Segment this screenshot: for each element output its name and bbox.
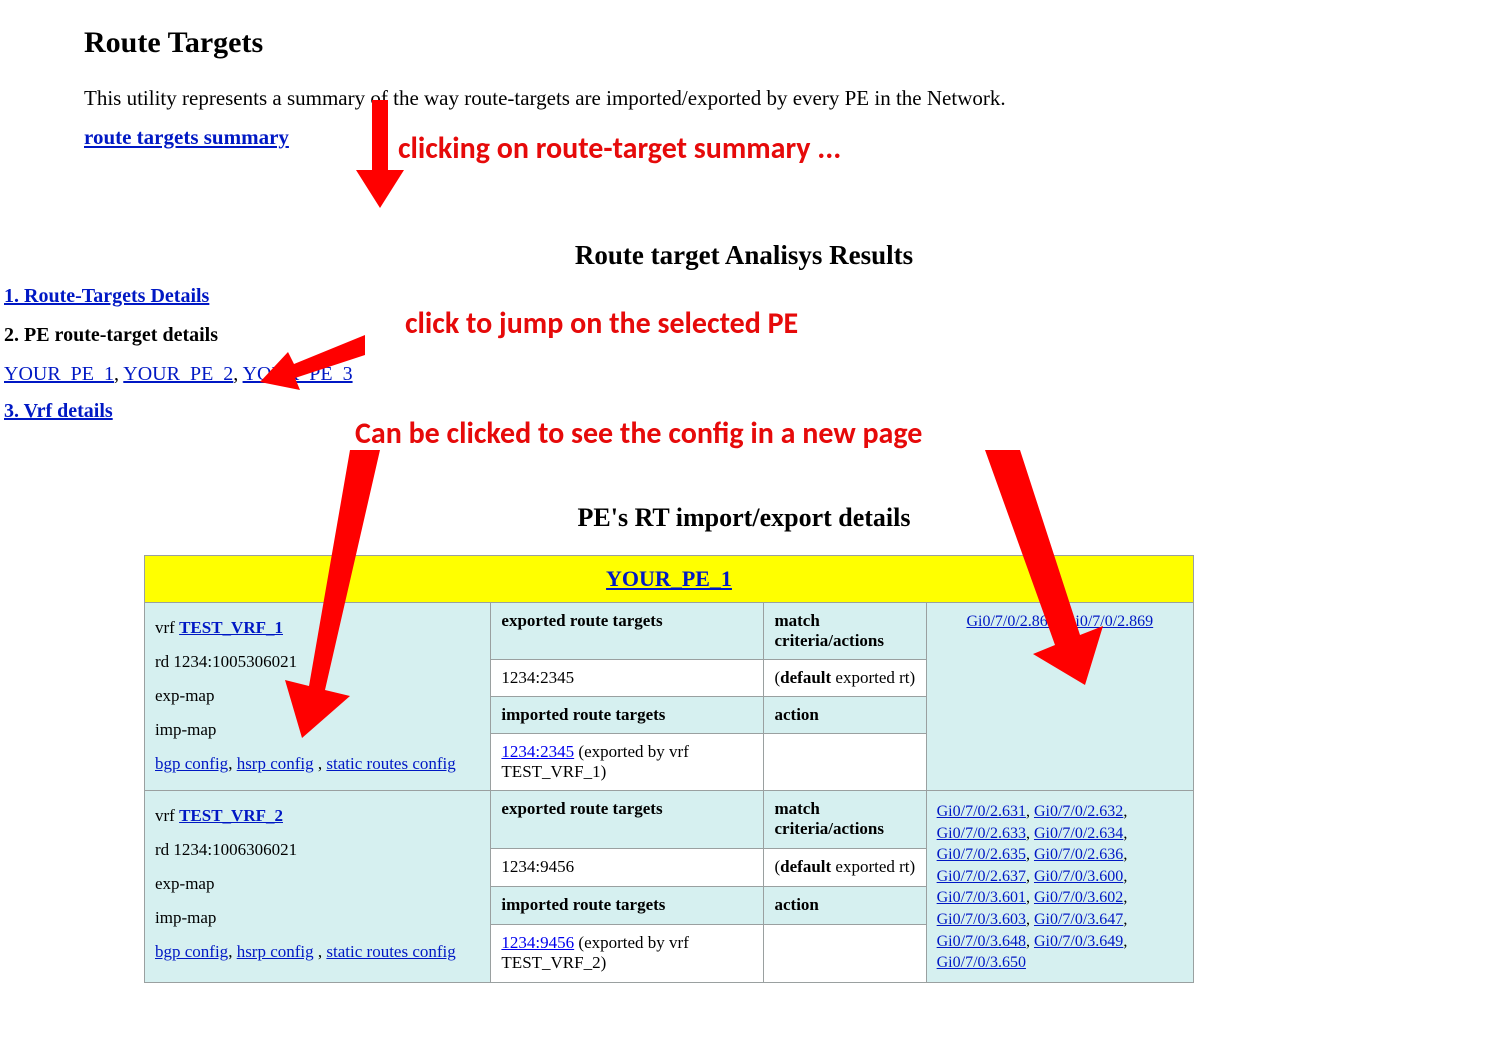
vrf-info-cell: vrf TEST_VRF_2 rd 1234:1006306021 exp-ma… [145, 791, 491, 983]
col-imported-rt: imported route targets [491, 697, 764, 734]
interface-link[interactable]: Gi0/7/0/3.650 [937, 954, 1026, 971]
exported-rt-value: 1234:2345 [491, 660, 764, 697]
col-exported-rt: exported route targets [491, 791, 764, 849]
bgp-config-link[interactable]: bgp config [155, 754, 228, 773]
section-pe-route-target-details: 2. PE route-target details [4, 324, 1488, 347]
interface-link[interactable]: Gi0/7/0/2.868 [966, 613, 1055, 630]
interface-link[interactable]: Gi0/7/0/2.631 [937, 803, 1026, 820]
col-exported-rt: exported route targets [491, 603, 764, 660]
action-cell [764, 734, 926, 791]
col-action: action [764, 886, 926, 924]
section-route-targets-details[interactable]: 1. Route-Targets Details [4, 285, 1488, 308]
hsrp-config-link[interactable]: hsrp config [237, 942, 314, 961]
route-targets-summary-link[interactable]: route targets summary [84, 125, 289, 150]
imported-rt-link[interactable]: 1234:2345 [501, 742, 574, 761]
col-action: action [764, 697, 926, 734]
pe-details-heading: PE's RT import/export details [0, 503, 1488, 533]
interface-link[interactable]: Gi0/7/0/3.649 [1034, 933, 1123, 950]
col-match-criteria: match criteria/actions [764, 791, 926, 849]
imported-rt-cell: 1234:2345 (exported by vrf TEST_VRF_1) [491, 734, 764, 791]
analysis-heading: Route target Analisys Results [0, 240, 1488, 271]
interface-link[interactable]: Gi0/7/0/3.601 [937, 889, 1026, 906]
pe-header-link[interactable]: YOUR_PE_1 [606, 566, 732, 591]
vrf-name-link[interactable]: TEST_VRF_2 [179, 806, 283, 825]
imported-rt-link[interactable]: 1234:9456 [501, 933, 574, 952]
default-exported-rt: (default exported rt) [764, 849, 926, 887]
col-match-criteria: match criteria/actions [764, 603, 926, 660]
interface-link[interactable]: Gi0/7/0/2.637 [937, 868, 1026, 885]
vrf-exp-map: exp-map [155, 874, 214, 893]
vrf-imp-map: imp-map [155, 908, 216, 927]
static-routes-config-link[interactable]: static routes config [326, 754, 455, 773]
interface-link[interactable]: Gi0/7/0/2.633 [937, 825, 1026, 842]
interface-link[interactable]: Gi0/7/0/2.634 [1034, 825, 1123, 842]
interface-link[interactable]: Gi0/7/0/3.603 [937, 911, 1026, 928]
interface-link[interactable]: Gi0/7/0/2.636 [1034, 846, 1123, 863]
default-exported-rt: (default exported rt) [764, 660, 926, 697]
interface-link[interactable]: Gi0/7/0/2.632 [1034, 803, 1123, 820]
vrf-rd: rd 1234:1006306021 [155, 840, 297, 859]
interface-link[interactable]: Gi0/7/0/2.635 [937, 846, 1026, 863]
exported-rt-value: 1234:9456 [491, 849, 764, 887]
vrf-rd: rd 1234:1005306021 [155, 652, 297, 671]
vrf-imp-map: imp-map [155, 720, 216, 739]
imported-rt-cell: 1234:9456 (exported by vrf TEST_VRF_2) [491, 924, 764, 982]
vrf-exp-map: exp-map [155, 686, 214, 705]
interface-links-cell: Gi0/7/0/2.631, Gi0/7/0/2.632, Gi0/7/0/2.… [926, 791, 1193, 983]
interface-links-cell: Gi0/7/0/2.868, Gi0/7/0/2.869 [926, 603, 1193, 791]
action-cell [764, 924, 926, 982]
vrf-info-cell: vrf TEST_VRF_1 rd 1234:1005306021 exp-ma… [145, 603, 491, 791]
hsrp-config-link[interactable]: hsrp config [237, 754, 314, 773]
interface-link[interactable]: Gi0/7/0/3.648 [937, 933, 1026, 950]
pe-link-3[interactable]: YOUR_PE_3 [243, 363, 353, 385]
bgp-config-link[interactable]: bgp config [155, 942, 228, 961]
vrf-name-link[interactable]: TEST_VRF_1 [179, 618, 283, 637]
interface-link[interactable]: Gi0/7/0/3.647 [1034, 911, 1123, 928]
pe-link-list: YOUR_PE_1, YOUR_PE_2, YOUR_PE_3 [4, 363, 1488, 386]
section-vrf-details[interactable]: 3. Vrf details [4, 400, 1488, 423]
pe-link-1[interactable]: YOUR_PE_1 [4, 363, 114, 385]
intro-text: This utility represents a summary of the… [84, 86, 1448, 111]
interface-link[interactable]: Gi0/7/0/3.602 [1034, 889, 1123, 906]
pe-link-2[interactable]: YOUR_PE_2 [123, 363, 233, 385]
static-routes-config-link[interactable]: static routes config [326, 942, 455, 961]
pe-rt-table: YOUR_PE_1 vrf TEST_VRF_1 rd 1234:1005306… [144, 555, 1194, 983]
interface-link[interactable]: Gi0/7/0/2.869 [1064, 613, 1153, 630]
interface-link[interactable]: Gi0/7/0/3.600 [1034, 868, 1123, 885]
col-imported-rt: imported route targets [491, 886, 764, 924]
page-title: Route Targets [84, 0, 1448, 60]
